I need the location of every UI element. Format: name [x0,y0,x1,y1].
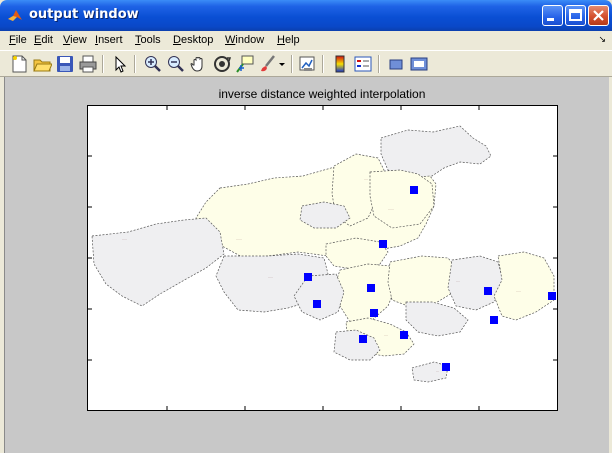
menu-file[interactable]: File [9,34,27,46]
station-marker [400,331,408,339]
toolbar-separator [102,55,104,73]
print-icon[interactable] [78,54,98,74]
colorbar-icon[interactable] [330,54,350,74]
toolbar-separator [134,55,136,73]
rotate-3d-icon[interactable] [212,54,232,74]
minimize-button[interactable] [542,5,563,26]
station-marker [442,363,450,371]
svg-text:......: ...... [236,237,242,241]
menu-bar: File Edit View Insert Tools Desktop Wind… [0,31,612,50]
hide-plot-tools-icon[interactable] [386,54,406,74]
window-title: output window [29,7,139,22]
menu-insert[interactable]: Insert [95,34,123,46]
figure-toolbar [0,50,612,77]
maximize-button[interactable] [565,5,586,26]
legend-icon[interactable] [353,54,373,74]
region-boundaries [91,125,555,383]
station-marker [484,287,492,295]
station-marker [490,316,498,324]
title-bar[interactable]: output window [0,0,612,31]
brush-icon[interactable] [258,54,278,74]
toolbar-separator [291,55,293,73]
station-marker [548,292,556,300]
station-marker [370,309,378,317]
zoom-out-icon[interactable] [166,54,186,74]
select-arrow-icon[interactable] [110,54,130,74]
new-figure-icon[interactable] [9,54,29,74]
station-marker [367,284,375,292]
station-marker [379,240,387,248]
svg-text:......: ...... [388,207,394,211]
menu-desktop[interactable]: Desktop [173,34,213,46]
station-marker [313,300,321,308]
station-marker [410,186,418,194]
toolbar-separator [378,55,380,73]
menu-tools[interactable]: Tools [135,34,161,46]
station-marker [359,335,367,343]
data-cursor-icon[interactable] [235,54,255,74]
svg-text:.....: ..... [122,237,127,241]
plot-title: inverse distance weighted interpolation [218,87,426,101]
save-icon[interactable] [55,54,75,74]
plot-axes[interactable]: ..... ...... ..... .... ...... .... ....… [87,105,558,411]
svg-text:.....: ..... [516,289,521,293]
svg-text:.....: ..... [268,275,273,279]
link-plot-icon[interactable] [298,54,318,74]
zoom-in-icon[interactable] [143,54,163,74]
svg-text:...: ... [436,369,439,373]
menu-help[interactable]: Help [277,34,300,46]
open-file-icon[interactable] [32,54,52,74]
svg-text:....: .... [384,333,388,337]
station-marker [304,273,312,281]
close-button[interactable] [588,5,609,26]
brush-dropdown-icon[interactable] [277,54,287,74]
menu-edit[interactable]: Edit [34,34,53,46]
svg-text:....: .... [364,177,368,181]
menu-window[interactable]: Window [225,34,264,46]
show-plot-tools-icon[interactable] [409,54,429,74]
matlab-icon [7,8,23,24]
toolbar-separator [322,55,324,73]
menu-view[interactable]: View [63,34,87,46]
svg-text:....: .... [456,279,460,283]
pan-hand-icon[interactable] [189,54,209,74]
map-plot: ..... ...... ..... .... ...... .... ....… [88,106,557,410]
menu-overflow-icon[interactable]: ↘ [598,34,606,45]
